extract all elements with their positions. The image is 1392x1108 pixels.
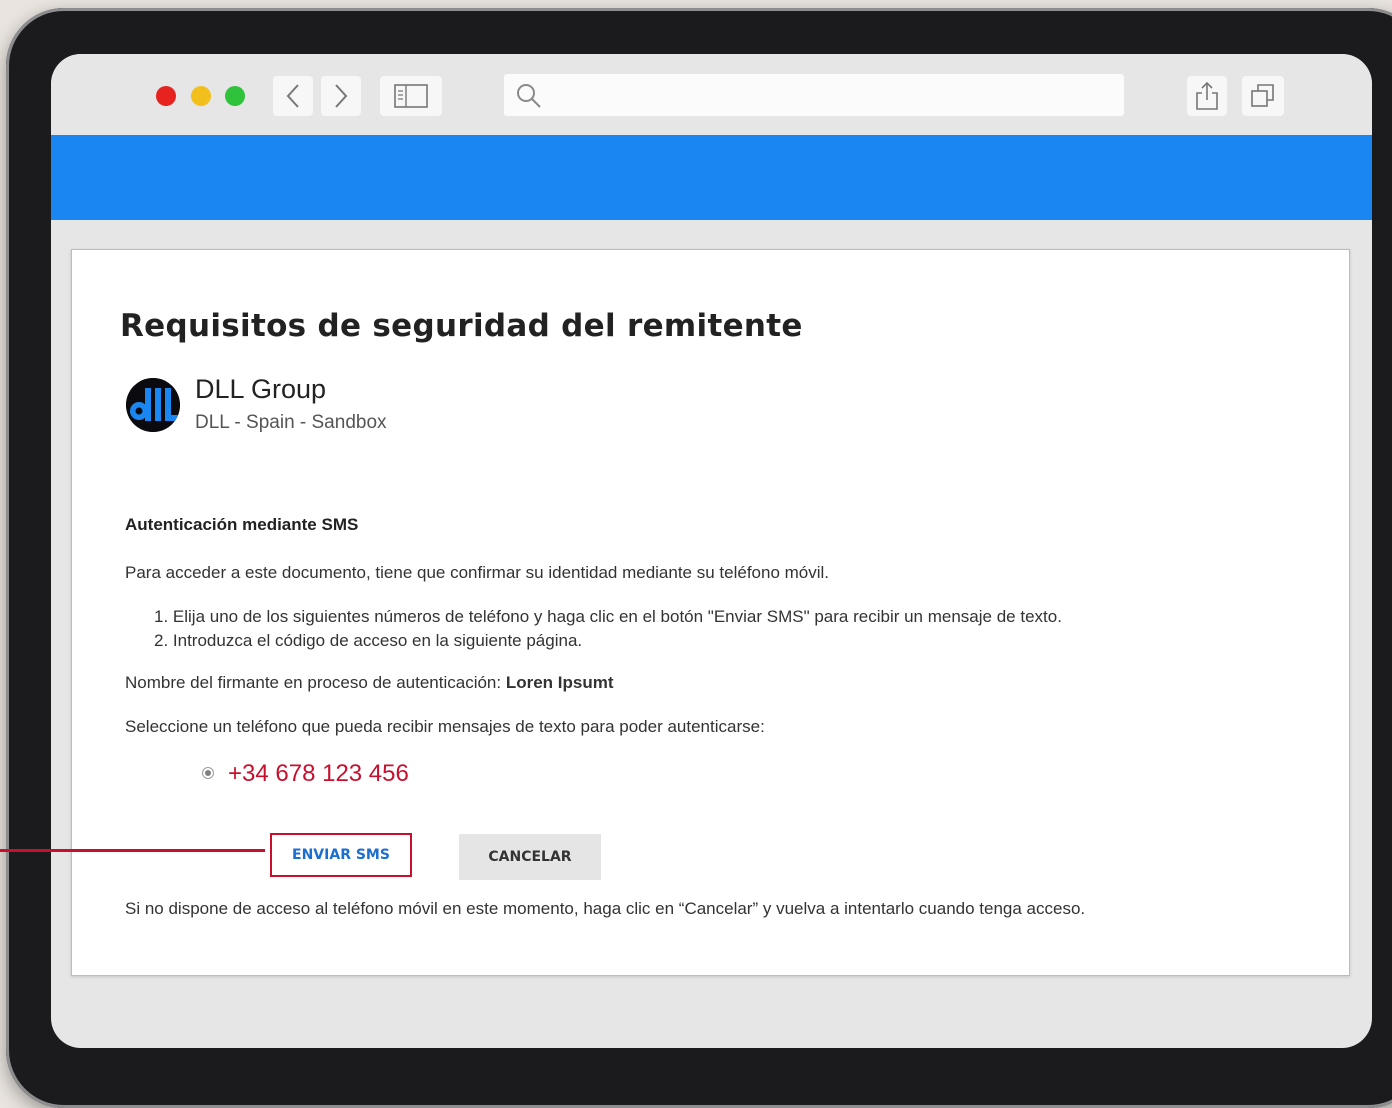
instruction-step: 2. Introduzca el código de acceso en la …: [154, 631, 583, 650]
security-requirements-card: Requisitos de seguridad del remitente DL…: [71, 249, 1350, 976]
signer-name: Loren Ipsumt: [505, 673, 614, 692]
address-bar[interactable]: [504, 74, 1124, 116]
share-button[interactable]: [1187, 76, 1227, 116]
send-sms-button[interactable]: ENVIAR SMS: [270, 833, 412, 877]
share-icon: [1196, 81, 1218, 110]
phone-number-option[interactable]: +34 678 123 456: [228, 760, 409, 788]
sidebar-button[interactable]: [380, 76, 442, 116]
sms-auth-heading: Autenticación mediante SMS: [125, 515, 359, 534]
zoom-window-button[interactable]: [225, 86, 245, 106]
signer-line: Nombre del firmante en proceso de autent…: [125, 673, 614, 693]
phone-radio-button[interactable]: [202, 767, 214, 779]
tabs-icon: [1251, 84, 1274, 107]
org-subtitle: DLL - Spain - Sandbox: [195, 412, 387, 433]
brand-header-bar: [51, 135, 1372, 220]
tablet-frame: Requisitos de seguridad del remitente DL…: [6, 8, 1392, 1108]
minimize-window-button[interactable]: [191, 86, 211, 106]
sms-intro-text: Para acceder a este documento, tiene que…: [125, 563, 830, 582]
search-icon: [517, 84, 541, 108]
signer-label: Nombre del firmante en proceso de autent…: [125, 673, 502, 692]
sidebar-icon: [394, 84, 428, 108]
back-button[interactable]: [273, 76, 313, 116]
back-icon: [286, 84, 299, 108]
org-name: DLL Group: [195, 374, 327, 404]
forward-icon: [335, 84, 348, 108]
select-phone-prompt: Seleccione un teléfono que pueda recibir…: [125, 717, 765, 736]
forward-button[interactable]: [321, 76, 361, 116]
cancel-button[interactable]: CANCELAR: [459, 834, 601, 880]
dll-logo-icon: [126, 378, 180, 432]
browser-toolbar: [51, 54, 1372, 135]
close-window-button[interactable]: [156, 86, 176, 106]
footer-note: Si no dispone de acceso al teléfono móvi…: [125, 899, 1086, 918]
page-title: Requisitos de seguridad del remitente: [120, 308, 803, 344]
instruction-steps: 1. Elija uno de los siguientes números d…: [154, 605, 1062, 653]
instruction-step: 1. Elija uno de los siguientes números d…: [154, 607, 1062, 626]
browser-window: Requisitos de seguridad del remitente DL…: [51, 54, 1372, 1048]
dll-logo: [126, 378, 180, 432]
tabs-button[interactable]: [1242, 76, 1284, 116]
callout-line: [0, 849, 265, 852]
